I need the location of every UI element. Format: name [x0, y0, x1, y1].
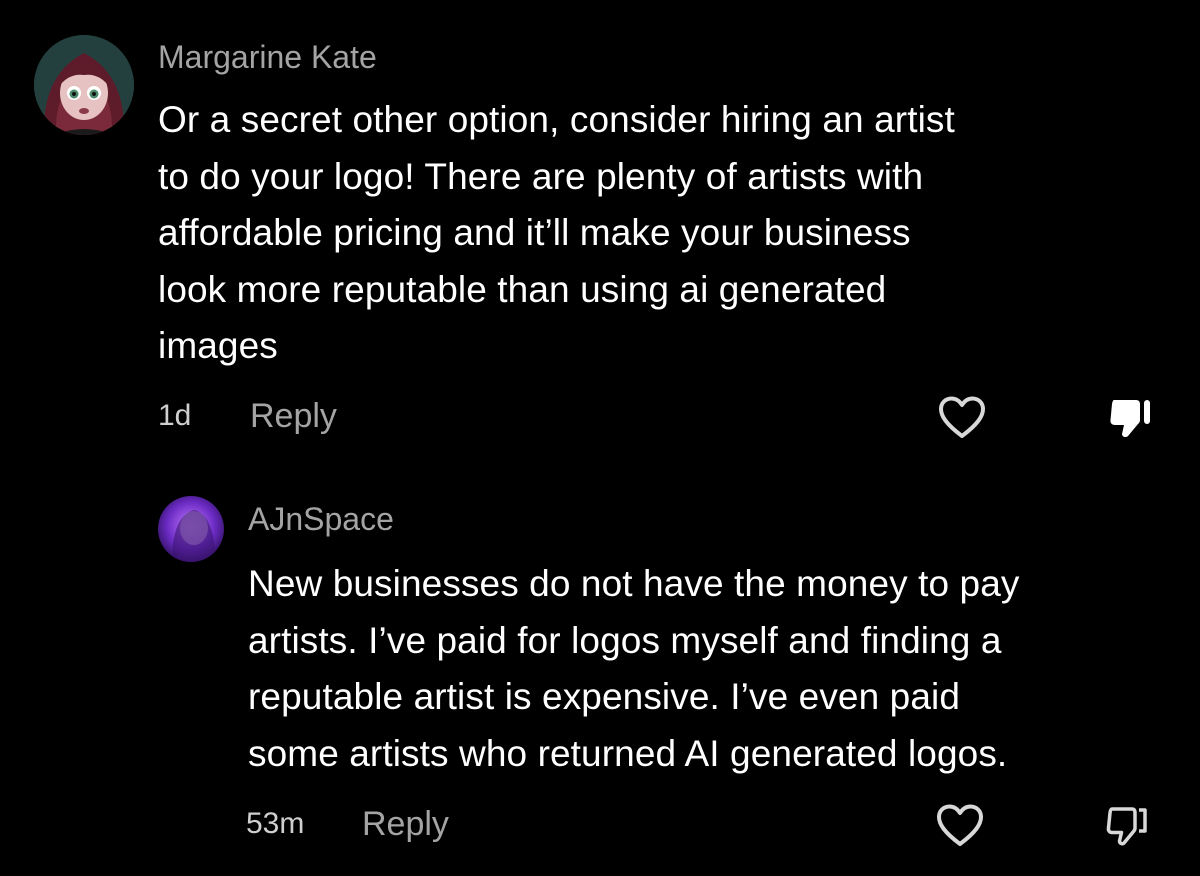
reply-button[interactable]: Reply: [362, 804, 449, 844]
like-button[interactable]: [936, 394, 988, 442]
comment: Margarine Kate Or a secret other option,…: [0, 0, 1200, 470]
comment-time: 53m: [246, 807, 305, 840]
reply-button[interactable]: Reply: [250, 396, 337, 436]
dislike-button[interactable]: [1106, 394, 1158, 442]
avatar[interactable]: [158, 496, 224, 562]
like-button[interactable]: [934, 802, 986, 850]
comment-text: Or a secret other option, consider hirin…: [158, 99, 955, 366]
avatar[interactable]: [34, 35, 134, 135]
comment-text: New businesses do not have the money to …: [248, 563, 1020, 774]
username[interactable]: Margarine Kate: [158, 38, 377, 76]
username[interactable]: AJnSpace: [248, 500, 394, 538]
dislike-button[interactable]: [1102, 802, 1154, 850]
comment-reply: AJnSpace New businesses do not have the …: [0, 470, 1200, 876]
thumbs-down-outline-icon: [1106, 807, 1147, 846]
comment-time: 1d: [158, 399, 192, 432]
heart-outline-icon: [939, 396, 985, 438]
avatar-photo: [158, 496, 224, 562]
thumbs-down-filled-icon: [1110, 400, 1150, 438]
avatar-illustration: [34, 35, 134, 135]
heart-outline-icon: [937, 804, 983, 846]
